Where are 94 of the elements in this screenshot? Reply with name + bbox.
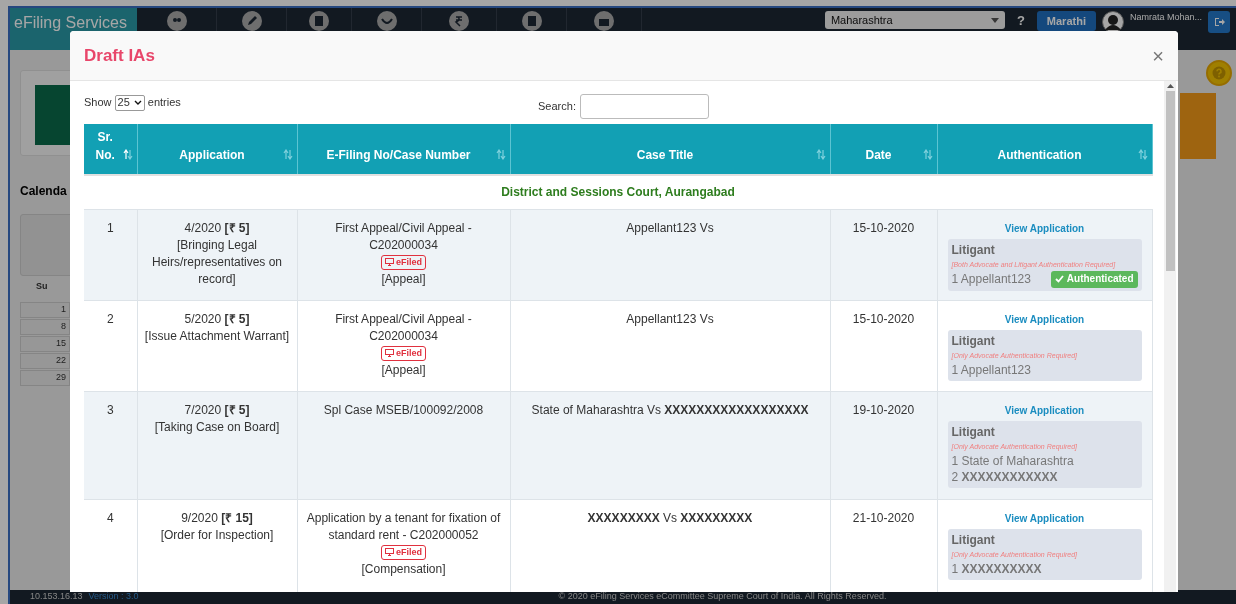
authentication-role: Litigant: [951, 531, 996, 549]
filing-date: 21-10-2020: [852, 510, 915, 525]
rupee-icon[interactable]: [449, 11, 469, 31]
efiled-badge: eFiled: [381, 544, 426, 560]
monitor-icon: [385, 548, 394, 557]
party-name: 1 Appellant123: [951, 361, 1031, 378]
row-number: 2: [106, 311, 114, 326]
modal-title: Draft IAs: [84, 44, 155, 67]
application-number: 4/2020 [₹ 5]: [183, 219, 251, 237]
column-header[interactable]: Authentication: [937, 124, 1152, 175]
column-header[interactable]: Application: [137, 124, 297, 175]
help-button[interactable]: [1206, 60, 1232, 86]
case-number: Application by a tenant for fixation of standard rent - C202000052: [305, 509, 502, 544]
user-name: Namrata Mohan...: [1129, 11, 1202, 24]
party-name: 1 State of Maharashtra: [951, 452, 1074, 469]
view-application-link[interactable]: View Application: [947, 310, 1142, 328]
case-title: Appellant123 Vs: [626, 220, 714, 235]
authentication-role: Litigant: [951, 241, 996, 259]
party-name: 1 XXXXXXXXXX: [951, 560, 1042, 577]
case-number: First Appeal/Civil Appeal - C202000034: [334, 219, 473, 254]
logout-button[interactable]: [1208, 11, 1230, 33]
search-field[interactable]: [579, 94, 709, 119]
case-title: Appellant123 Vs: [626, 311, 714, 326]
efiled-badge: eFiled: [381, 345, 426, 361]
show-label: Show: [84, 95, 112, 111]
brand-title: eFiling Services: [14, 13, 127, 33]
calendar-day[interactable]: 15: [20, 335, 70, 352]
application-number: 9/2020 [₹ 15]: [180, 509, 254, 527]
close-button[interactable]: ×: [1152, 45, 1164, 66]
search-label: Search:: [538, 99, 576, 115]
calendar-day[interactable]: 8: [20, 318, 70, 335]
filing-date: 19-10-2020: [852, 402, 915, 417]
row-number: 1: [106, 220, 114, 235]
chevron-down-icon: [133, 100, 142, 105]
pencil-icon[interactable]: [241, 11, 262, 31]
help-menu[interactable]: ?: [1016, 11, 1025, 31]
application-description: [Issue Attachment Warrant]: [143, 327, 291, 345]
question-icon: [1212, 66, 1226, 80]
entries-label: entries: [147, 95, 181, 111]
calendar-day[interactable]: 22: [20, 352, 70, 369]
calendar-heading: Calenda: [20, 183, 68, 200]
scrollbar-thumb[interactable]: [1165, 91, 1175, 271]
state-select-value: Maharashtra: [830, 12, 893, 28]
view-application-link[interactable]: View Application: [947, 219, 1142, 237]
copyright-text: © 2020 eFiling Services eCommittee Supreme Court of India. All Rights Reserved.: [558, 590, 887, 604]
calendar-day[interactable]: 1: [20, 301, 70, 318]
authentication-role: Litigant: [951, 332, 996, 350]
monitor-icon: [385, 258, 394, 267]
document-icon[interactable]: [521, 11, 542, 31]
column-header[interactable]: E-Filing No/Case Number: [297, 124, 510, 175]
efiled-badge: eFiled: [381, 254, 426, 270]
authenticated-badge: Authenticated: [1050, 270, 1138, 288]
case-category: [Appeal]: [380, 361, 427, 379]
application-description: [Bringing Legal Heirs/representatives on record]: [150, 236, 284, 288]
application-description: [Order for Inspection]: [159, 526, 275, 544]
case-title: XXXXXXXXX Vs XXXXXXXXX: [587, 510, 753, 525]
dropdown-caret-icon: [990, 17, 999, 23]
column-header[interactable]: Date: [830, 124, 937, 175]
check-icon: [1054, 275, 1064, 283]
language-button[interactable]: Marathi: [1036, 11, 1096, 31]
calendar-day[interactable]: 29: [20, 369, 70, 386]
side-panel: [1180, 93, 1216, 159]
authentication-role: Litigant: [951, 423, 996, 441]
weekday-label: Su: [36, 280, 49, 293]
page-length-value: 25: [117, 95, 130, 111]
party-name: 2 XXXXXXXXXXXX: [951, 468, 1058, 485]
case-number: First Appeal/Civil Appeal - C202000034: [334, 310, 473, 345]
application-number: 5/2020 [₹ 5]: [183, 310, 251, 328]
application-number: 7/2020 [₹ 5]: [183, 401, 251, 419]
monitor-icon: [385, 349, 394, 358]
logout-icon: [1213, 17, 1225, 27]
row-number: 4: [106, 510, 114, 525]
scroll-up-icon: [1166, 84, 1174, 88]
scrollbar[interactable]: [1164, 81, 1176, 592]
case-title: State of Maharashtra Vs XXXXXXXXXXXXXXXXXX: [531, 402, 809, 417]
party-name: 1 Appellant123: [951, 271, 1031, 287]
group-heading: District and Sessions Court, Aurangabad: [501, 185, 735, 200]
filing-date: 15-10-2020: [852, 311, 915, 326]
case-category: [Appeal]: [380, 270, 427, 288]
version-label: Version : 3.0: [88, 590, 139, 604]
application-description: [Taking Case on Board]: [153, 418, 281, 436]
page-length-select[interactable]: 25: [114, 94, 145, 111]
state-select[interactable]: Maharashtra: [824, 11, 1005, 29]
ip-address: 10.153.16.13: [30, 590, 83, 604]
case-category: [Compensation]: [360, 560, 447, 578]
view-application-link[interactable]: View Application: [947, 509, 1142, 527]
document-icon[interactable]: [309, 11, 329, 31]
briefcase-icon[interactable]: [594, 11, 614, 31]
view-application-link[interactable]: View Application: [947, 401, 1142, 419]
column-header[interactable]: Sr. No.: [84, 124, 137, 175]
filing-date: 15-10-2020: [852, 220, 915, 235]
column-header[interactable]: Case Title: [510, 124, 830, 175]
row-number: 3: [106, 402, 114, 417]
case-number: Spl Case MSEB/100092/2008: [322, 401, 485, 419]
